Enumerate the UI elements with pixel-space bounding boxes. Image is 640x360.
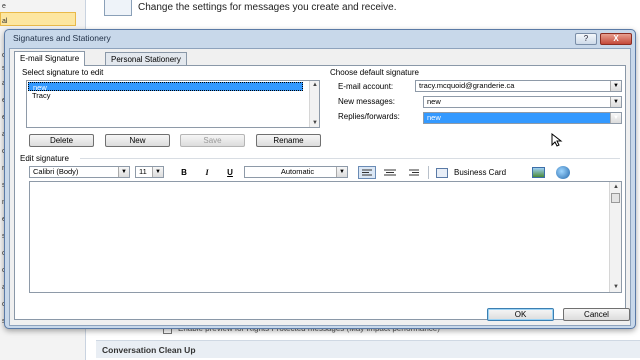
font-size-value: 11 — [139, 167, 147, 176]
italic-button[interactable]: I — [200, 167, 214, 179]
close-button[interactable]: X — [600, 33, 632, 45]
font-color-select[interactable]: Automatic ▼ — [244, 166, 348, 178]
align-right-button[interactable] — [406, 167, 422, 178]
chevron-down-icon[interactable]: ▼ — [610, 81, 621, 91]
email-account-select[interactable]: tracy.mcquoid@granderie.ca ▼ — [415, 80, 622, 92]
options-nav-selected[interactable] — [0, 12, 76, 26]
chevron-down-icon[interactable]: ▼ — [336, 167, 347, 177]
new-messages-select[interactable]: new ▼ — [423, 96, 622, 108]
business-card-label: Business Card — [454, 168, 507, 177]
chevron-down-icon[interactable]: ▼ — [152, 167, 163, 177]
editor-scrollbar[interactable]: ▲ ▼ — [609, 182, 621, 292]
signature-item-tracy[interactable]: Tracy — [28, 91, 303, 100]
replies-forwards-select[interactable]: new ▼ — [423, 112, 622, 124]
envelope-icon — [104, 0, 132, 16]
business-card-button[interactable]: Business Card — [436, 167, 526, 179]
scroll-up-icon[interactable]: ▲ — [311, 81, 319, 89]
help-button[interactable]: ? — [575, 33, 597, 45]
replies-forwards-label: Replies/forwards: — [338, 112, 400, 121]
scroll-down-icon[interactable]: ▼ — [311, 119, 319, 127]
new-signature-button[interactable]: New — [105, 134, 170, 147]
scroll-up-icon[interactable]: ▲ — [612, 183, 620, 191]
email-account-value: tracy.mcquoid@granderie.ca — [419, 81, 515, 90]
conversation-cleanup-section: Conversation Clean Up — [96, 340, 640, 358]
scroll-thumb[interactable] — [611, 193, 620, 203]
signature-list-scrollbar[interactable]: ▲ ▼ — [309, 81, 319, 127]
select-signature-label: Select signature to edit — [22, 68, 104, 77]
dialog-title: Signatures and Stationery — [13, 33, 111, 43]
font-color-value: Automatic — [280, 167, 315, 176]
signature-item-new[interactable]: new — [28, 82, 303, 92]
insert-hyperlink-icon[interactable] — [556, 166, 570, 179]
section-title: Conversation Clean Up — [102, 345, 196, 355]
mouse-pointer-icon — [551, 133, 563, 147]
tab-personal-stationery[interactable]: Personal Stationery — [105, 52, 187, 66]
align-right-icon — [409, 169, 419, 176]
rename-button[interactable]: Rename — [256, 134, 321, 147]
default-signature-heading: Choose default signature — [330, 68, 419, 77]
align-center-icon — [384, 169, 396, 176]
chevron-down-icon[interactable]: ▼ — [118, 167, 129, 177]
dialog-titlebar[interactable]: Signatures and Stationery ? X — [5, 30, 635, 48]
cancel-button[interactable]: Cancel — [563, 308, 630, 321]
business-card-icon — [436, 168, 448, 178]
font-size-select[interactable]: 11 ▼ — [135, 166, 164, 178]
edit-signature-label: Edit signature — [20, 154, 69, 163]
insert-picture-icon[interactable] — [532, 167, 545, 178]
replies-forwards-value: new — [427, 113, 441, 122]
save-button[interactable]: Save — [180, 134, 245, 147]
align-left-icon — [362, 169, 372, 176]
align-center-button[interactable] — [382, 167, 398, 178]
align-left-button[interactable] — [358, 166, 376, 179]
new-messages-value: new — [427, 97, 441, 106]
nav-fragment[interactable]: al — [2, 18, 7, 25]
chevron-down-icon[interactable]: ▼ — [610, 97, 621, 107]
signature-list[interactable]: new Tracy ▲ ▼ — [26, 80, 320, 128]
nav-fragment[interactable]: e — [2, 3, 6, 10]
ok-button[interactable]: OK — [487, 308, 554, 321]
font-value: Calibri (Body) — [33, 167, 79, 176]
delete-button[interactable]: Delete — [29, 134, 94, 147]
scroll-down-icon[interactable]: ▼ — [612, 283, 620, 291]
tab-email-signature[interactable]: E-mail Signature — [14, 51, 86, 66]
bold-button[interactable]: B — [177, 167, 191, 179]
new-messages-label: New messages: — [338, 97, 395, 106]
section-divider — [80, 158, 620, 159]
chevron-down-icon[interactable]: ▼ — [610, 113, 621, 123]
underline-button[interactable]: U — [223, 167, 237, 179]
toolbar-divider — [428, 166, 429, 179]
email-account-label: E-mail account: — [338, 82, 394, 91]
font-select[interactable]: Calibri (Body) ▼ — [29, 166, 130, 178]
signature-editor[interactable]: ▲ ▼ — [29, 181, 622, 293]
mail-settings-description: Change the settings for messages you cre… — [138, 2, 397, 13]
